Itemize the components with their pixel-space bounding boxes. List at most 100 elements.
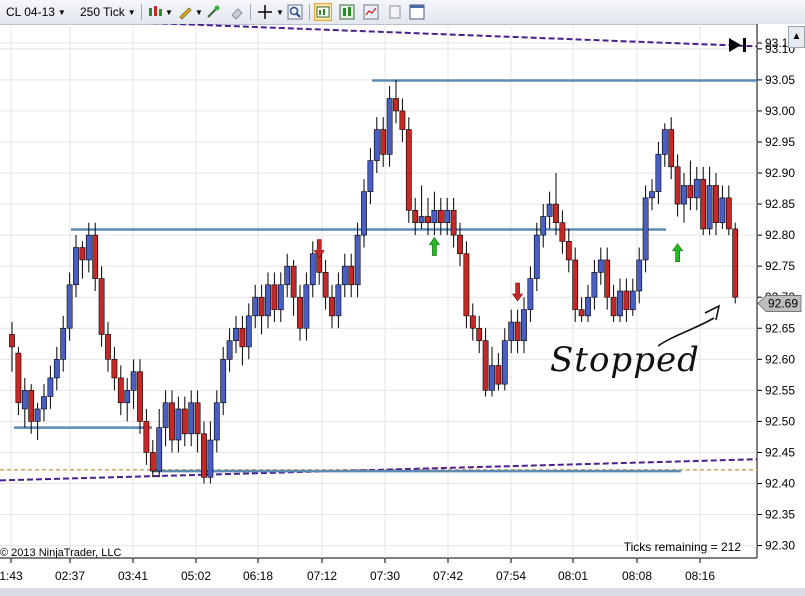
candle-up (629, 290, 636, 310)
candle-down (514, 321, 521, 341)
candle-down (399, 110, 406, 130)
candle-up (706, 185, 713, 230)
eraser-icon (231, 8, 243, 20)
candle-up (354, 234, 361, 286)
chart-toolbar: CL 04-13 ▼ 250 Tick ▼ ▼ ▼ ▼ (0, 0, 805, 25)
chart-properties-button[interactable] (362, 3, 380, 21)
chevron-down-icon[interactable]: ▼ (195, 8, 203, 17)
x-tick-label: 06:18 (243, 569, 273, 583)
candle-up (245, 315, 252, 348)
chevron-down-icon: ▼ (127, 7, 136, 17)
y-tick-label: 92.30 (765, 539, 795, 553)
candle-down (463, 253, 470, 317)
period-selector[interactable]: 250 Tick ▼ (80, 4, 136, 20)
candle-up (21, 390, 28, 410)
candle-up (489, 365, 495, 391)
scroll-to-end-icon[interactable] (727, 36, 749, 54)
candle-down (405, 129, 412, 211)
last-price-label: 92.69 (768, 296, 798, 310)
instrument-selector[interactable]: CL 04-13 ▼ (6, 4, 66, 20)
indicators-icon (339, 4, 355, 20)
candle-down (495, 365, 502, 385)
crosshair-button[interactable] (256, 3, 274, 21)
candle-up (508, 321, 515, 341)
candle-down (674, 166, 681, 205)
buy-arrow-icon (672, 243, 684, 263)
candle-down (450, 209, 457, 236)
last-price-marker: 92.69 (757, 295, 802, 312)
candle-down (149, 452, 156, 472)
chevron-down-icon[interactable]: ▼ (165, 8, 173, 17)
chevron-down-icon[interactable]: ▼ (276, 8, 284, 17)
indicators-button[interactable] (338, 3, 356, 21)
candle-down (425, 216, 431, 223)
y-tick-label: 92.50 (765, 414, 795, 428)
drawing-tool-button[interactable] (176, 3, 194, 21)
x-tick-label: 08:01 (558, 569, 588, 583)
candle-up (527, 278, 534, 310)
chart-line-icon (363, 4, 379, 20)
candle-down (604, 259, 611, 298)
candle-down (239, 327, 246, 348)
price-chart[interactable]: 93.193.1093.0593.0092.9592.9092.8592.809… (0, 24, 805, 588)
candle-down (15, 352, 22, 404)
candle-up (418, 216, 425, 223)
candle-down (28, 390, 35, 422)
hide-drawings-button[interactable] (228, 3, 246, 21)
candle-down (572, 259, 579, 310)
x-tick-label: 07:30 (370, 569, 400, 583)
candle-up (85, 234, 92, 261)
sell-arrow-icon (512, 282, 524, 302)
candle-down (258, 296, 265, 317)
magic-wand-icon (207, 5, 220, 18)
candle-up (265, 284, 271, 317)
y-tick-label: 92.75 (765, 259, 795, 273)
snapshot-button[interactable] (386, 3, 404, 21)
toolbar-divider (250, 4, 251, 20)
candle-up (444, 209, 451, 223)
candle-up (284, 265, 291, 286)
strategy-button[interactable] (204, 3, 222, 21)
x-tick-label: 07:42 (433, 569, 463, 583)
chevron-down-icon: ▼ (57, 7, 66, 17)
candle-down (578, 309, 585, 317)
candle-up (34, 408, 41, 422)
candle-down (380, 129, 387, 155)
x-tick-label: 05:02 (181, 569, 211, 583)
y-tick-label: 92.55 (765, 383, 795, 397)
candle-down (412, 209, 419, 223)
properties-button[interactable] (408, 3, 426, 21)
scroll-up-button[interactable]: ▲ (788, 26, 805, 48)
candle-up (591, 272, 598, 298)
candlesticks (9, 79, 739, 484)
chart-style-button[interactable] (146, 3, 164, 21)
period-label: 250 Tick (80, 5, 125, 19)
candle-down (725, 197, 732, 230)
horizontal-scrollbar[interactable] (0, 588, 805, 596)
candle-up (533, 234, 540, 279)
x-tick-label: 07:12 (307, 569, 337, 583)
candle-up (341, 265, 348, 286)
buy-arrow-icon (428, 237, 440, 256)
candle-up (546, 203, 553, 217)
candle-down (668, 129, 675, 168)
x-tick-label: 08:16 (685, 569, 715, 583)
candle-down (9, 334, 15, 348)
candle-up (693, 178, 700, 199)
candle-down (322, 272, 329, 298)
y-tick-label: 92.45 (765, 445, 795, 459)
candle-up (335, 284, 342, 317)
candle-down (105, 334, 111, 360)
candle-up (213, 402, 220, 441)
y-tick-label: 92.95 (765, 135, 795, 149)
candle-down (117, 377, 124, 404)
candle-up (501, 340, 508, 385)
data-box-button[interactable] (314, 3, 332, 21)
candle-up (53, 359, 60, 379)
zoom-button[interactable] (286, 3, 304, 21)
candle-down (297, 296, 303, 329)
candle-up (309, 253, 316, 286)
candle-down (623, 290, 630, 310)
instrument-label: CL 04-13 (6, 5, 55, 19)
candle-up (73, 247, 79, 286)
